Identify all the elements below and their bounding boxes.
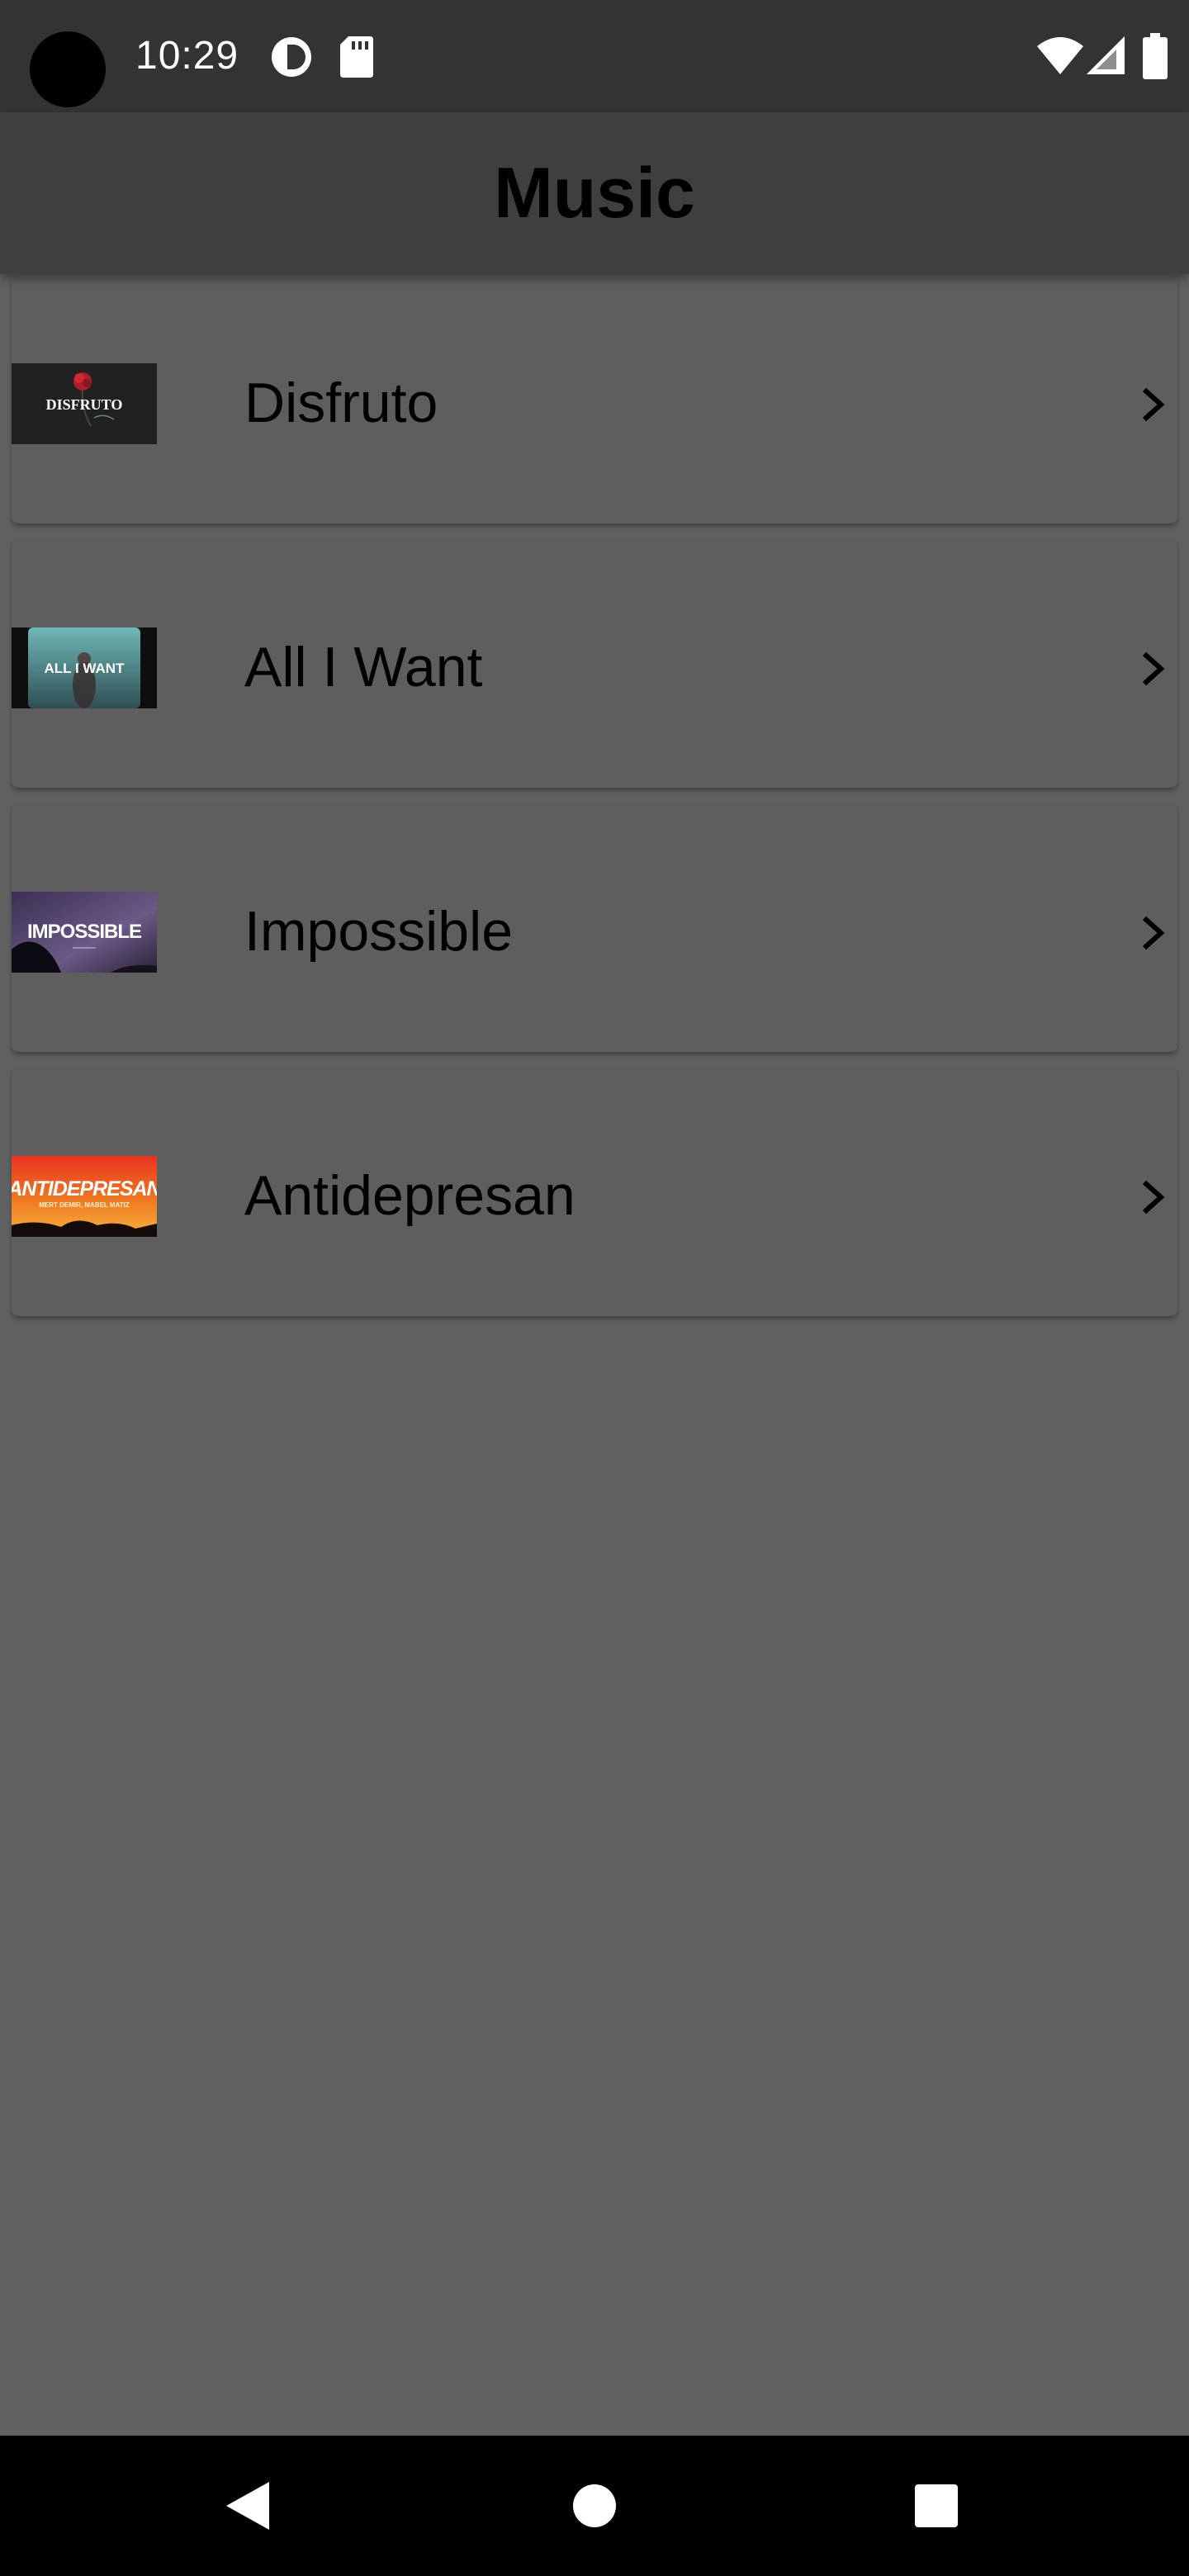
recents-button[interactable] bbox=[854, 2436, 1019, 2576]
page-title: Music bbox=[494, 154, 695, 233]
back-button[interactable] bbox=[165, 2436, 330, 2576]
navigation-bar bbox=[0, 2436, 1189, 2576]
song-item-antidepresan[interactable]: ANTIDEPRESAN MERT DEMIR, MABEL MATIZ Ant… bbox=[12, 1067, 1177, 1316]
recents-square-icon bbox=[915, 2484, 958, 2527]
song-thumbnail: ANTIDEPRESAN MERT DEMIR, MABEL MATIZ bbox=[12, 1156, 157, 1237]
thumbnail-text: IMPOSSIBLE bbox=[27, 921, 142, 943]
cellular-signal-icon bbox=[1087, 36, 1125, 74]
home-button[interactable] bbox=[512, 2436, 677, 2576]
thumbnail-text: ANTIDEPRESAN bbox=[12, 1177, 157, 1200]
song-item-impossible[interactable]: IMPOSSIBLE Impossible bbox=[12, 803, 1177, 1052]
song-title: Impossible bbox=[244, 900, 514, 963]
song-thumbnail: DISFRUTO bbox=[12, 363, 157, 444]
chevron-right-icon bbox=[1142, 387, 1165, 422]
camera-hole bbox=[30, 31, 106, 107]
song-item-all-i-want[interactable]: ALL I WANT All I Want bbox=[12, 538, 1177, 788]
wifi-icon bbox=[1037, 37, 1083, 74]
song-thumbnail: ALL I WANT bbox=[12, 627, 157, 708]
data-saver-icon bbox=[272, 37, 311, 77]
battery-icon bbox=[1143, 33, 1168, 79]
thumbnail-subtext: MERT DEMIR, MABEL MATIZ bbox=[39, 1201, 130, 1209]
chevron-right-icon bbox=[1142, 1180, 1165, 1215]
thumbnail-text: ALL I WANT bbox=[45, 661, 126, 676]
thumbnail-text: DISFRUTO bbox=[46, 396, 123, 413]
chevron-right-icon bbox=[1142, 651, 1165, 686]
back-triangle-icon bbox=[226, 2482, 269, 2530]
song-item-disfruto[interactable]: DISFRUTO Disfruto bbox=[12, 274, 1177, 523]
song-title: All I Want bbox=[244, 636, 483, 698]
song-title: Antidepresan bbox=[244, 1164, 576, 1227]
app-bar: Music bbox=[0, 112, 1189, 274]
music-screen: 10:29 Music DISFRUTO Disfruto ALL I WANT… bbox=[0, 0, 1189, 2576]
home-circle-icon bbox=[573, 2484, 616, 2527]
status-time: 10:29 bbox=[135, 34, 239, 78]
song-list: DISFRUTO Disfruto ALL I WANT All I Want … bbox=[12, 274, 1177, 1331]
status-bar: 10:29 bbox=[0, 0, 1189, 112]
song-thumbnail: IMPOSSIBLE bbox=[12, 892, 157, 973]
sd-card-icon bbox=[340, 36, 373, 78]
song-title: Disfruto bbox=[244, 372, 438, 434]
chevron-right-icon bbox=[1142, 916, 1165, 950]
